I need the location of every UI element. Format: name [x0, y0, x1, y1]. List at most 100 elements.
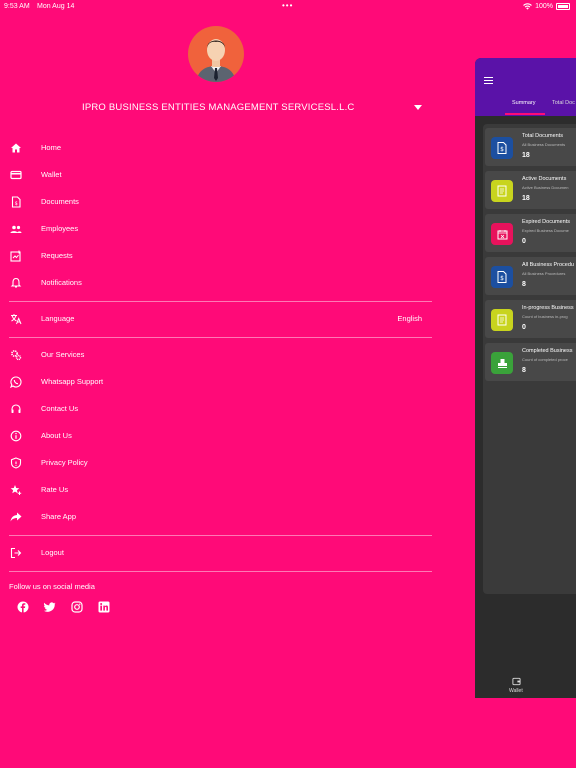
- receipt-icon: [491, 180, 513, 202]
- menu-item-requests[interactable]: Requests: [0, 246, 432, 268]
- request-icon: [10, 250, 21, 262]
- background-app-panel: Summary Total Doc $ Total Documents All …: [475, 58, 576, 698]
- wallet-icon[interactable]: [512, 677, 521, 686]
- menu-item-privacy-policy[interactable]: Privacy Policy: [0, 453, 432, 475]
- card-title: In-progress Business: [522, 305, 574, 311]
- gears-icon: [11, 350, 22, 361]
- card-subtitle: Count of completed proce: [522, 357, 568, 362]
- menu-label: Language: [41, 314, 75, 323]
- info-icon: [10, 430, 22, 442]
- facebook-icon[interactable]: [17, 601, 29, 613]
- wallet-icon: [10, 170, 22, 180]
- twitter-icon[interactable]: [44, 601, 56, 613]
- menu-item-our-services[interactable]: Our Services: [0, 345, 432, 367]
- receipt-icon: [491, 309, 513, 331]
- status-right: 100%: [523, 3, 570, 10]
- menu-item-home[interactable]: Home: [0, 138, 432, 160]
- language-value[interactable]: English: [397, 314, 422, 323]
- chevron-down-icon[interactable]: [414, 105, 422, 110]
- instagram-icon[interactable]: [71, 601, 83, 613]
- menu-label: Logout: [41, 548, 64, 557]
- tab-underline: [505, 113, 545, 115]
- hamburger-icon[interactable]: [484, 77, 493, 86]
- menu-label: Rate Us: [41, 485, 69, 494]
- document-dollar-icon: $: [491, 137, 513, 159]
- menu-item-about-us[interactable]: About Us: [0, 426, 432, 448]
- menu-label: Notifications: [41, 278, 82, 287]
- menu-item-rate-us[interactable]: Rate Us: [0, 480, 432, 502]
- star-icon: [10, 485, 22, 495]
- document-dollar-icon: $: [491, 266, 513, 288]
- menu-item-whatsapp-support[interactable]: Whatsapp Support: [0, 372, 432, 394]
- menu-label: Wallet: [41, 170, 62, 179]
- menu-item-documents[interactable]: $ Documents: [0, 192, 432, 214]
- menu-item-wallet[interactable]: Wallet: [0, 165, 432, 187]
- company-name[interactable]: IPRO BUSINESS ENTITIES MANAGEMENT SERVIC…: [82, 102, 354, 113]
- status-bar: 9:53 AM Mon Aug 14 ••• 100%: [0, 0, 576, 12]
- card-value: 8: [522, 367, 526, 374]
- battery-icon: [556, 3, 570, 10]
- menu-item-logout[interactable]: Logout: [0, 543, 432, 565]
- menu-item-share-app[interactable]: Share App: [0, 507, 432, 529]
- document-icon: $: [11, 196, 21, 208]
- divider: [9, 571, 432, 572]
- menu-item-employees[interactable]: Employees: [0, 219, 432, 241]
- bottom-nav-wallet-label[interactable]: Wallet: [509, 688, 523, 694]
- card-all-business-procedures[interactable]: $ All Business Procedu All Business Proc…: [485, 257, 576, 295]
- card-title: Completed Business: [522, 348, 573, 354]
- card-value: 18: [522, 195, 530, 202]
- card-total-documents[interactable]: $ Total Documents All Business Documents…: [485, 128, 576, 166]
- menu-label: Privacy Policy: [41, 458, 88, 467]
- card-value: 8: [522, 281, 526, 288]
- menu-item-contact-us[interactable]: Contact Us: [0, 399, 432, 421]
- follow-text: Follow us on social media: [9, 582, 95, 591]
- person-avatar-icon: [196, 39, 236, 82]
- menu-label: Contact Us: [41, 404, 79, 413]
- status-time: 9:53 AM: [4, 3, 30, 10]
- card-subtitle: All Business Documents: [522, 142, 566, 147]
- multitask-dots[interactable]: •••: [282, 1, 293, 10]
- bell-icon: [10, 277, 22, 288]
- card-subtitle: Active Business Documen: [522, 185, 569, 190]
- card-expired-documents[interactable]: Expired Documents Expired Business Docum…: [485, 214, 576, 252]
- card-title: Active Documents: [522, 176, 567, 182]
- whatsapp-icon: [10, 376, 22, 388]
- logout-icon: [10, 547, 22, 559]
- tab-total-documents[interactable]: Total Doc: [552, 100, 575, 106]
- translate-icon: [11, 314, 22, 325]
- avatar[interactable]: [188, 26, 244, 82]
- app-header: Summary Total Doc: [475, 58, 576, 116]
- menu-item-notifications[interactable]: Notifications: [0, 273, 432, 295]
- status-date: Mon Aug 14: [37, 3, 75, 10]
- tab-summary[interactable]: Summary: [512, 100, 536, 106]
- card-value: 18: [522, 152, 530, 159]
- battery-percent: 100%: [535, 3, 553, 10]
- card-in-progress-business[interactable]: In-progress Business Count of business i…: [485, 300, 576, 338]
- menu-label: Documents: [41, 197, 79, 206]
- linkedin-icon[interactable]: [98, 601, 110, 613]
- app-bottom-nav: Wallet: [475, 673, 576, 695]
- stamp-icon: [491, 352, 513, 374]
- people-icon: [10, 225, 22, 233]
- menu-item-language[interactable]: Language English: [0, 309, 432, 331]
- summary-card-area: $ Total Documents All Business Documents…: [483, 124, 576, 594]
- divider: [9, 301, 432, 302]
- menu-label: Employees: [41, 224, 79, 233]
- menu-label: Share App: [41, 512, 77, 521]
- menu-label: Whatsapp Support: [41, 377, 104, 386]
- share-icon: [10, 512, 22, 522]
- card-completed-business[interactable]: Completed Business Count of completed pr…: [485, 343, 576, 381]
- menu-label: Requests: [41, 251, 73, 260]
- svg-text:$: $: [15, 201, 18, 207]
- card-active-documents[interactable]: Active Documents Active Business Documen…: [485, 171, 576, 209]
- card-title: All Business Procedu: [522, 262, 574, 268]
- wifi-icon: [523, 3, 532, 10]
- card-title: Expired Documents: [522, 219, 570, 225]
- svg-text:$: $: [500, 275, 504, 282]
- card-title: Total Documents: [522, 133, 563, 139]
- calendar-x-icon: [491, 223, 513, 245]
- card-subtitle: All Business Procedures: [522, 271, 566, 276]
- svg-text:$: $: [500, 146, 504, 153]
- card-value: 0: [522, 324, 526, 331]
- divider: [9, 337, 432, 338]
